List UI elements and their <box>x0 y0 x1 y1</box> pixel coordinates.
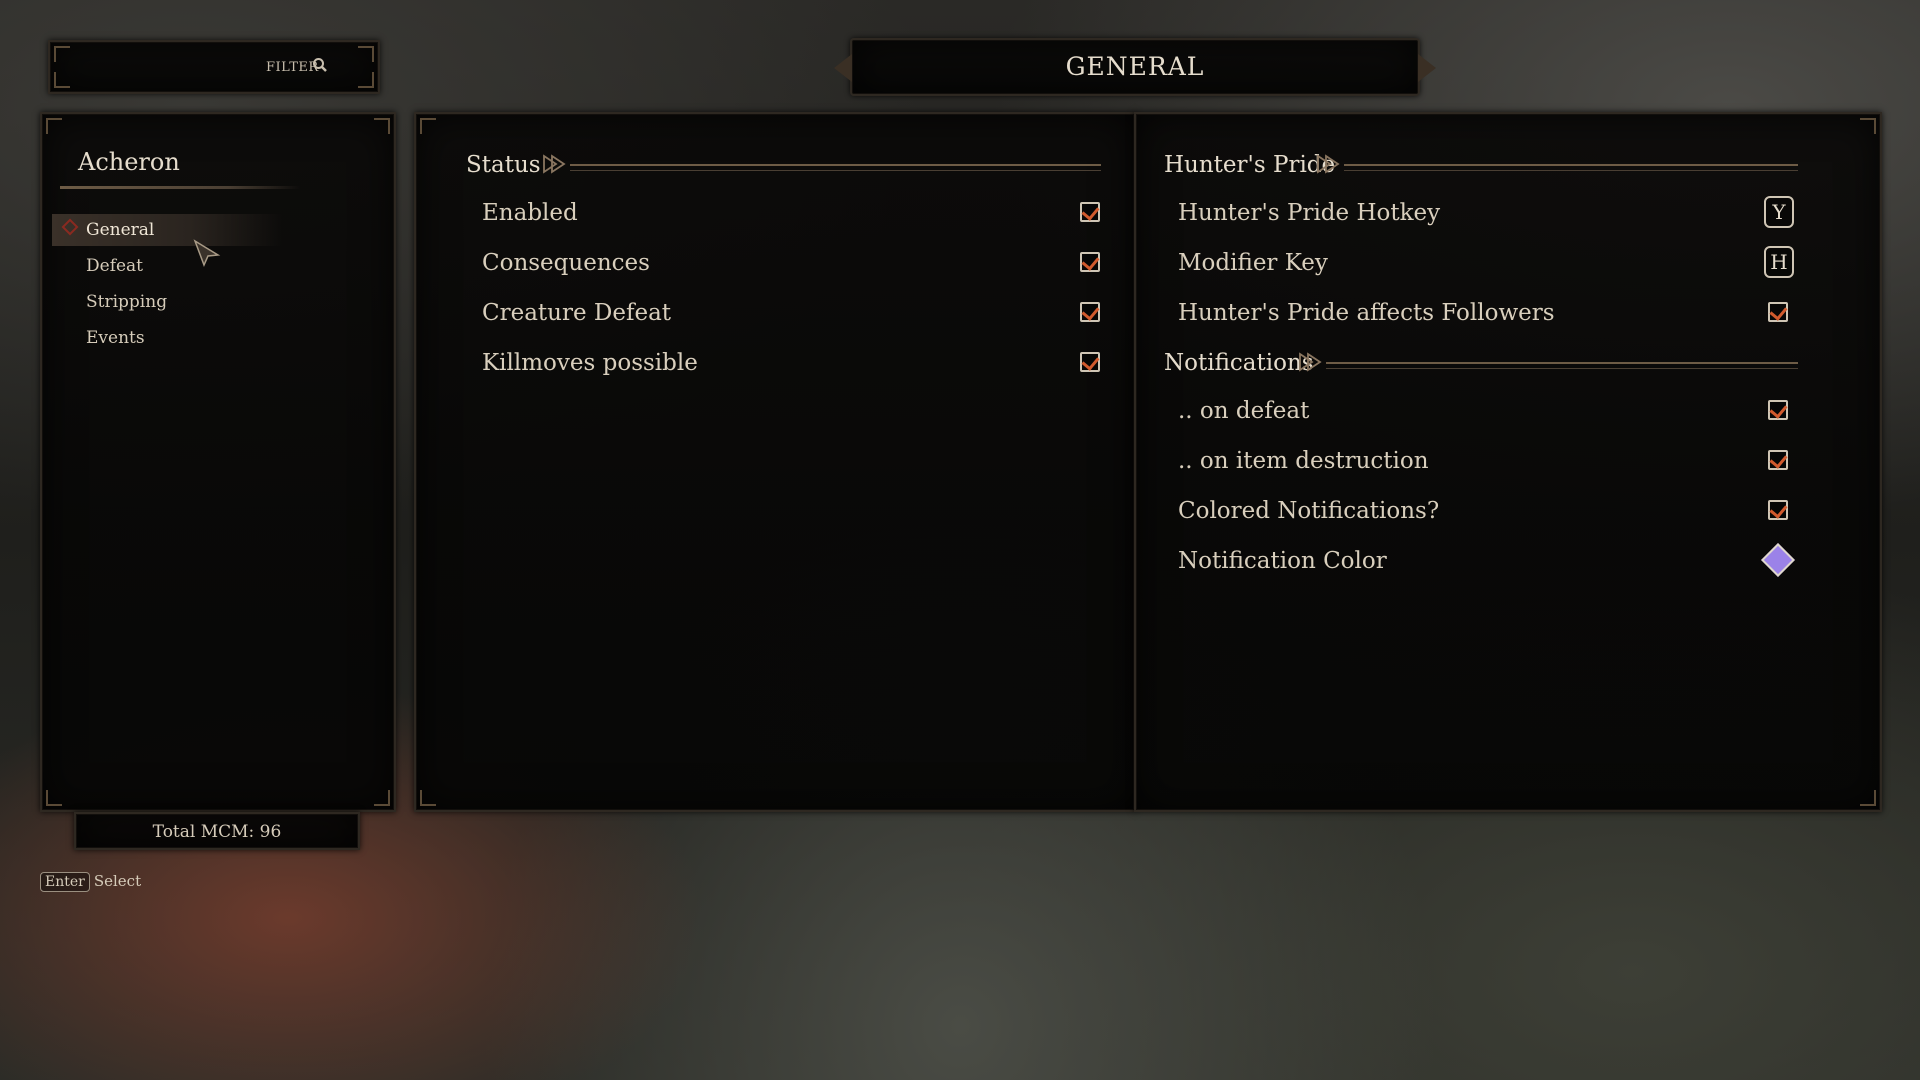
mod-name-divider <box>60 186 300 189</box>
option-label: .. on item destruction <box>1178 448 1429 474</box>
option-label: Creature Defeat <box>482 300 672 326</box>
sidebar-item-label: Stripping <box>86 292 168 312</box>
modifier-keybox[interactable]: H <box>1764 246 1794 278</box>
frame-corner <box>46 118 62 134</box>
checkmark-icon <box>1769 400 1788 419</box>
section-header-status: Status <box>466 152 1101 182</box>
option-label: Hunter's Pride Hotkey <box>1178 200 1441 226</box>
filter-label[interactable]: FILTER <box>266 60 319 75</box>
page-title: GENERAL <box>1065 52 1205 81</box>
total-mcm-box: Total MCM: 96 <box>74 812 360 850</box>
option-label: .. on defeat <box>1178 398 1310 424</box>
sidebar-item-label: Defeat <box>86 256 144 276</box>
option-label: Modifier Key <box>1178 250 1328 276</box>
option-row-hunters-pride-hotkey[interactable]: Hunter's Pride Hotkey Y <box>1178 194 1798 234</box>
frame-corner <box>54 46 70 62</box>
killmoves-checkbox[interactable] <box>1080 352 1100 372</box>
frame-corner <box>374 118 390 134</box>
notification-color-swatch[interactable] <box>1761 543 1795 577</box>
frame-corner <box>1860 790 1876 806</box>
active-page-icon <box>61 218 79 236</box>
mod-sidebar: Acheron General Defeat Stripping Events <box>40 112 396 812</box>
option-row-modifier-key[interactable]: Modifier Key H <box>1178 244 1798 284</box>
knot-ornament-icon <box>543 154 566 174</box>
search-icon[interactable] <box>312 57 328 73</box>
enabled-checkbox[interactable] <box>1080 202 1100 222</box>
section-title: Hunter's Pride <box>1164 152 1336 178</box>
sidebar-item-events[interactable]: Events <box>52 322 282 354</box>
checkmark-icon <box>1081 352 1100 371</box>
frame-corner <box>358 46 374 62</box>
option-row-creature-defeat[interactable]: Creature Defeat <box>482 294 1102 334</box>
options-panel-right: Hunter's Pride Hunter's Pride Hotkey Y M… <box>1134 112 1882 812</box>
option-row-colored-notifications[interactable]: Colored Notifications? <box>1178 492 1798 532</box>
option-row-notification-color[interactable]: Notification Color <box>1178 542 1798 582</box>
checkmark-icon <box>1081 202 1100 221</box>
colored-notifications-checkbox[interactable] <box>1768 500 1788 520</box>
option-label: Killmoves possible <box>482 350 698 376</box>
section-header-notifications: Notifications <box>1164 350 1798 380</box>
section-divider <box>1344 164 1798 171</box>
hotkey-keybox[interactable]: Y <box>1764 196 1794 228</box>
notify-item-destruction-checkbox[interactable] <box>1768 450 1788 470</box>
option-label: Hunter's Pride affects Followers <box>1178 300 1555 326</box>
options-panel-left: Status Enabled Consequences Creature Def… <box>414 112 1136 812</box>
option-row-enabled[interactable]: Enabled <box>482 194 1102 234</box>
creature-defeat-checkbox[interactable] <box>1080 302 1100 322</box>
sidebar-item-stripping[interactable]: Stripping <box>52 286 282 318</box>
frame-corner <box>374 790 390 806</box>
option-row-killmoves[interactable]: Killmoves possible <box>482 344 1102 384</box>
sidebar-item-defeat[interactable]: Defeat <box>52 250 282 282</box>
filter-bar[interactable]: FILTER <box>48 40 380 94</box>
section-header-hunters-pride: Hunter's Pride <box>1164 152 1798 182</box>
sidebar-item-label: General <box>86 220 155 240</box>
option-label: Enabled <box>482 200 578 226</box>
section-divider <box>570 164 1101 171</box>
section-title: Status <box>466 152 541 178</box>
option-row-consequences[interactable]: Consequences <box>482 244 1102 284</box>
enter-key-icon: Enter <box>40 872 90 892</box>
checkmark-icon <box>1769 450 1788 469</box>
checkmark-icon <box>1769 500 1788 519</box>
control-hint: Enter Select <box>40 872 141 896</box>
notify-on-defeat-checkbox[interactable] <box>1768 400 1788 420</box>
frame-corner <box>54 72 70 88</box>
section-divider <box>1326 362 1798 369</box>
frame-corner <box>1860 118 1876 134</box>
consequences-checkbox[interactable] <box>1080 252 1100 272</box>
frame-corner <box>46 790 62 806</box>
option-label: Colored Notifications? <box>1178 498 1440 524</box>
sidebar-item-label: Events <box>86 328 145 348</box>
total-mcm-count: Total MCM: 96 <box>152 822 282 842</box>
title-ornament-right <box>1418 54 1436 82</box>
frame-corner <box>420 790 436 806</box>
option-row-affects-followers[interactable]: Hunter's Pride affects Followers <box>1178 294 1798 334</box>
frame-corner <box>420 118 436 134</box>
knot-ornament-icon <box>1299 352 1322 372</box>
frame-corner <box>358 72 374 88</box>
checkmark-icon <box>1769 302 1788 321</box>
mod-name: Acheron <box>78 148 180 176</box>
section-title: Notifications <box>1164 350 1314 376</box>
mouse-cursor-icon <box>193 239 221 267</box>
option-row-notify-item-destruction[interactable]: .. on item destruction <box>1178 442 1798 482</box>
knot-ornament-icon <box>1317 154 1340 174</box>
sidebar-item-general[interactable]: General <box>52 214 282 246</box>
checkmark-icon <box>1081 302 1100 321</box>
hint-action: Select <box>93 872 142 890</box>
affects-followers-checkbox[interactable] <box>1768 302 1788 322</box>
checkmark-icon <box>1081 252 1100 271</box>
page-title-bar: GENERAL <box>834 38 1436 96</box>
option-label: Consequences <box>482 250 650 276</box>
option-row-notify-on-defeat[interactable]: .. on defeat <box>1178 392 1798 432</box>
title-ornament-left <box>834 54 852 82</box>
option-label: Notification Color <box>1178 548 1387 574</box>
